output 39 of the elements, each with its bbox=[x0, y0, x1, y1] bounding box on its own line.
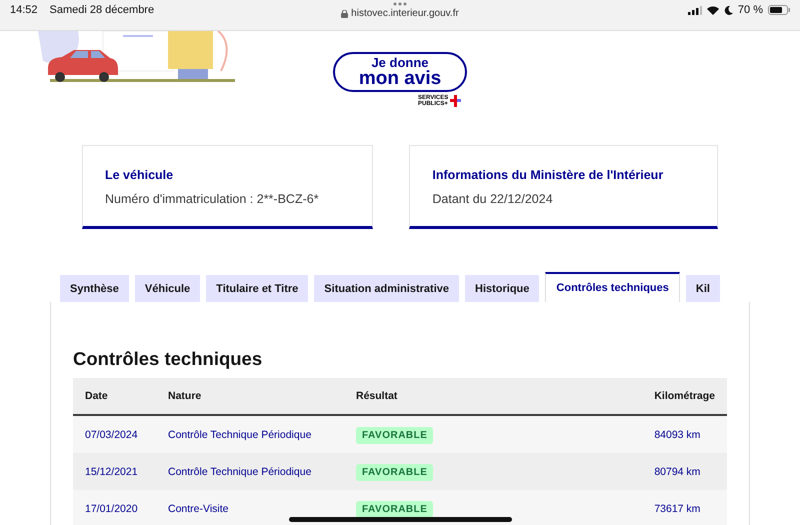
table-cell: 84093 km bbox=[642, 415, 727, 453]
more-icon[interactable] bbox=[393, 2, 407, 6]
section-title: Contrôles techniques bbox=[73, 348, 264, 370]
card-title: Informations du Ministère de l'Intérieur bbox=[432, 168, 664, 182]
signal-icon bbox=[688, 6, 702, 14]
lock-icon bbox=[341, 10, 348, 18]
battery-text: 70 % bbox=[738, 4, 763, 16]
column-header: Résultat bbox=[344, 378, 642, 415]
table-cell: 15/12/2021 bbox=[73, 453, 156, 490]
tab[interactable]: Contrôles techniques bbox=[545, 272, 680, 302]
table-cell: 07/03/2024 bbox=[73, 415, 156, 453]
card-text: Datant du 22/12/2024 bbox=[432, 192, 554, 206]
url-text[interactable]: histovec.interieur.gouv.fr bbox=[351, 8, 459, 19]
column-header: Date bbox=[73, 378, 156, 415]
table-cell: Contre-Visite bbox=[156, 490, 344, 525]
card-title: Le véhicule bbox=[105, 168, 174, 182]
feedback-button[interactable]: Je donne mon avis bbox=[333, 52, 467, 92]
tab[interactable]: Situation administrative bbox=[314, 275, 459, 302]
card-text: Numéro d'immatriculation : 2**-BCZ-6* bbox=[105, 192, 320, 206]
tab[interactable]: Synthèse bbox=[60, 275, 129, 302]
table-cell: 17/01/2020 bbox=[73, 490, 156, 525]
result-badge: FAVORABLE bbox=[356, 426, 434, 444]
date-text: Samedi 28 décembre bbox=[50, 4, 154, 16]
table-cell: Contrôle Technique Périodique bbox=[156, 453, 344, 490]
tab[interactable]: Véhicule bbox=[134, 275, 200, 302]
tab[interactable]: Titulaire et Titre bbox=[206, 275, 308, 302]
moon-icon bbox=[724, 6, 733, 14]
result-badge: FAVORABLE bbox=[356, 464, 434, 480]
table-cell: 73617 km bbox=[642, 490, 727, 525]
tab[interactable]: Historique bbox=[465, 275, 540, 302]
wifi-icon bbox=[706, 6, 719, 14]
battery-icon bbox=[768, 5, 790, 15]
table-cell: Contrôle Technique Périodique bbox=[156, 415, 344, 453]
column-header: Kilométrage bbox=[642, 378, 727, 415]
tab[interactable]: Kil bbox=[686, 275, 720, 302]
table-cell: 80794 km bbox=[642, 453, 727, 490]
clock-time: 14:52 bbox=[10, 4, 38, 16]
result-badge: FAVORABLE bbox=[356, 500, 434, 518]
column-header: Nature bbox=[156, 378, 344, 415]
